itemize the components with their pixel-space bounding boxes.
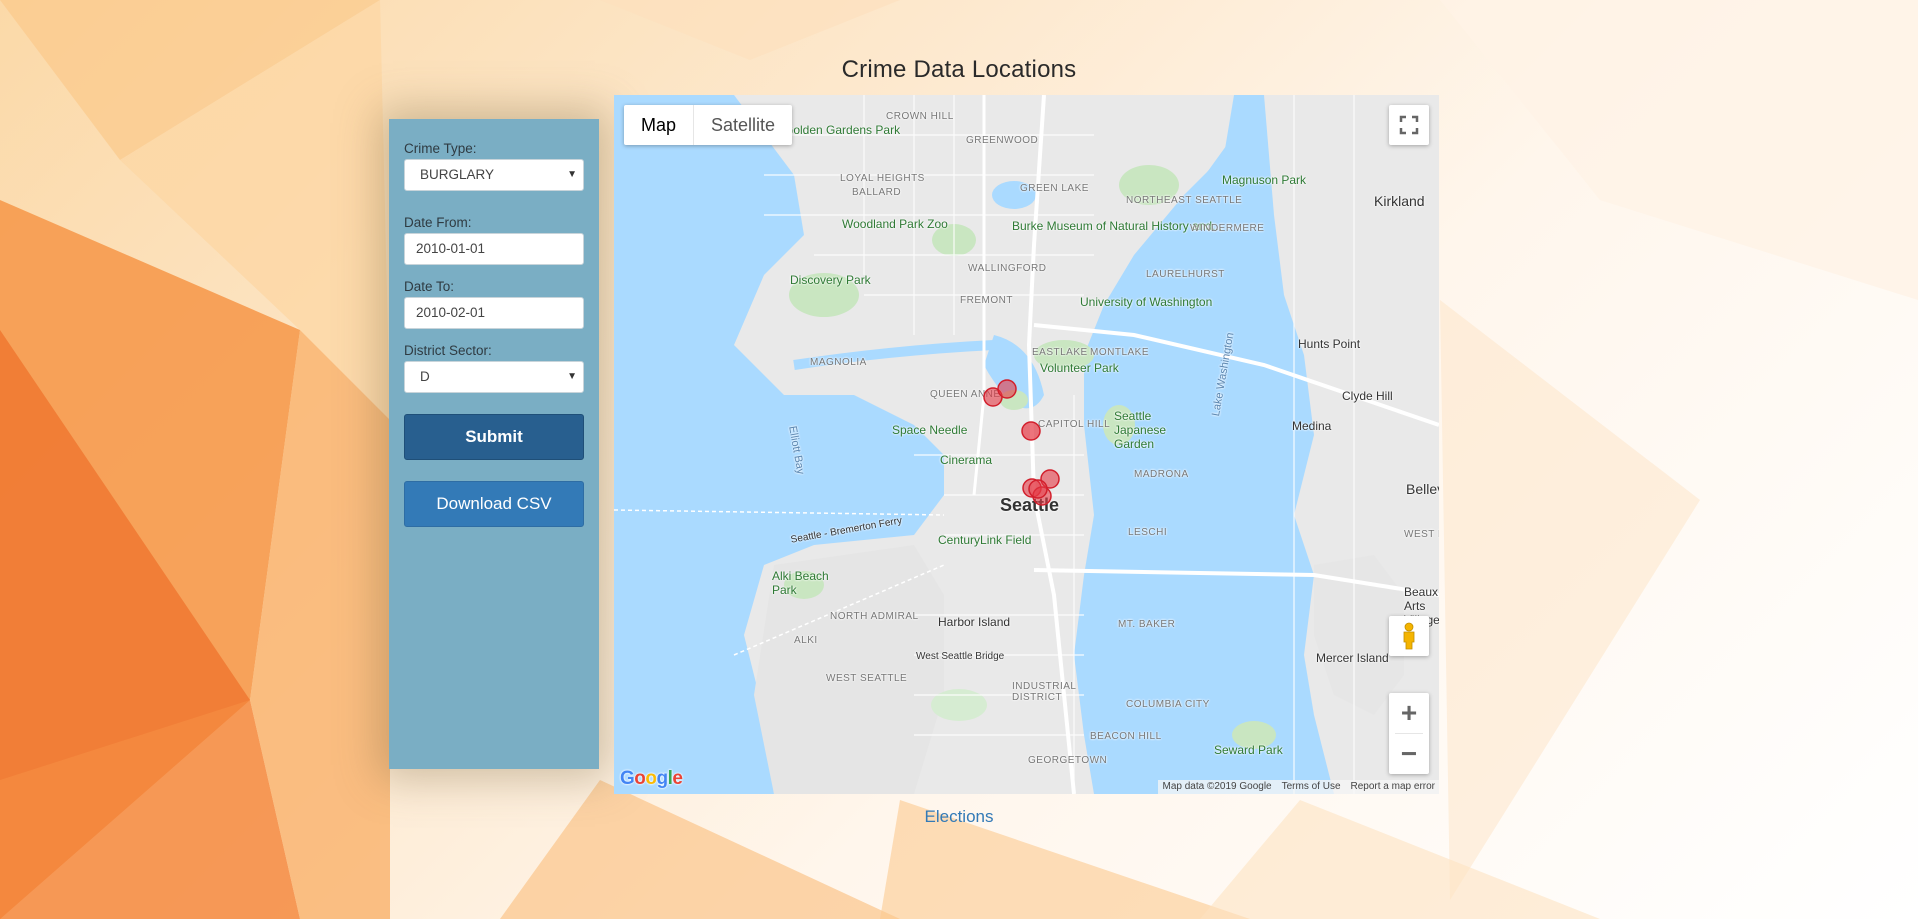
map-label: GREENWOOD [966, 135, 1039, 146]
map-label: Magnuson Park [1222, 173, 1307, 187]
map-label: FREMONT [960, 295, 1013, 306]
fullscreen-button[interactable] [1389, 105, 1429, 145]
map-label: GEORGETOWN [1028, 755, 1108, 766]
map-type-control: Map Satellite [624, 105, 793, 145]
map-label: Alki Beach Park [772, 569, 829, 597]
filter-sidebar: Crime Type: BURGLARY ▼ Date From: 2010-0… [389, 119, 599, 769]
map-label: Mercer Island [1316, 651, 1389, 665]
map-label: LESCHI [1128, 527, 1168, 538]
map-label: WINDERMERE [1190, 223, 1265, 234]
map-label: Medina [1292, 419, 1332, 433]
map-label: Discovery Park [790, 273, 871, 287]
submit-button[interactable]: Submit [404, 414, 584, 460]
zoom-out-button[interactable]: − [1389, 734, 1429, 774]
district-sector-value: D [420, 369, 430, 384]
crime-type-label: Crime Type: [404, 141, 477, 156]
crime-type-value: BURGLARY [420, 167, 495, 182]
fullscreen-icon [1399, 115, 1419, 135]
map-label: Hunts Point [1298, 337, 1361, 351]
district-sector-label: District Sector: [404, 343, 492, 358]
map-label: NORTHEAST SEATTLE [1126, 195, 1243, 206]
map-label: QUEEN ANNE [930, 389, 1001, 400]
terms-of-use-link[interactable]: Terms of Use [1282, 780, 1341, 794]
chevron-down-icon: ▼ [567, 169, 577, 180]
map-label: West Seattle Bridge [916, 651, 1005, 662]
map-label: WEST SEATTLE [826, 673, 908, 684]
map-label: LOYAL HEIGHTS [840, 173, 925, 184]
map-label: ALKI [794, 635, 818, 646]
map-label: Seattle [1000, 495, 1060, 515]
map-label: Seattle Japanese Garden [1114, 409, 1167, 451]
report-error-link[interactable]: Report a map error [1351, 780, 1435, 794]
map-label: Woodland Park Zoo [842, 217, 948, 231]
google-logo[interactable]: Google [620, 768, 683, 790]
map-data-text: Map data ©2019 Google [1162, 781, 1272, 792]
date-from-input[interactable]: 2010-01-01 [404, 233, 584, 265]
map-label: MADRONA [1134, 469, 1189, 480]
date-to-input[interactable]: 2010-02-01 [404, 297, 584, 329]
map-label: Cinerama [940, 453, 993, 467]
map-label: CAPITOL HILL [1038, 419, 1111, 430]
map-label: MONTLAKE [1090, 347, 1150, 358]
map-attribution: Map data ©2019 Google Terms of Use Repor… [1158, 780, 1439, 794]
map-label: Golden Gardens Park [784, 123, 901, 137]
map-type-map-button[interactable]: Map [624, 105, 695, 145]
map-label: CROWN HILL [886, 111, 954, 122]
map-label: Space Needle [892, 423, 968, 437]
map-label: BEACON HILL [1090, 731, 1162, 742]
map-label: MAGNOLIA [810, 357, 867, 368]
map-label: Volunteer Park [1040, 361, 1119, 375]
map-label: Bellevue [1406, 481, 1439, 497]
map-label: GREEN LAKE [1020, 183, 1089, 194]
map-label: WALLINGFORD [968, 263, 1047, 274]
date-to-label: Date To: [404, 279, 455, 294]
map-label: INDUSTRIAL DISTRICT [1012, 681, 1077, 703]
map-type-satellite-button[interactable]: Satellite [694, 105, 792, 145]
download-csv-button[interactable]: Download CSV [404, 481, 584, 527]
map-label: LAURELHURST [1146, 269, 1225, 280]
map-label: University of Washington [1080, 295, 1213, 309]
zoom-in-button[interactable]: + [1389, 693, 1429, 733]
map-label: NORTH ADMIRAL [830, 611, 919, 622]
map-label: EASTLAKE [1032, 347, 1088, 358]
pegman-icon [1403, 622, 1415, 650]
map-label: Seward Park [1214, 743, 1283, 757]
map-label: CenturyLink Field [938, 533, 1032, 547]
zoom-control: + − [1389, 693, 1429, 774]
elections-link[interactable]: Elections [0, 807, 1918, 827]
map-label: WEST BEL [1404, 529, 1439, 540]
map-label: BALLARD [852, 187, 902, 198]
map-label: Clyde Hill [1342, 389, 1393, 403]
map-label: Harbor Island [938, 615, 1011, 629]
page-title: Crime Data Locations [841, 56, 1077, 83]
crime-map[interactable]: Golden Gardens Park CROWN HILL GREENWOOD… [614, 95, 1439, 794]
district-sector-select[interactable]: D ▼ [404, 361, 584, 393]
map-label: COLUMBIA CITY [1126, 699, 1210, 710]
date-from-label: Date From: [404, 215, 472, 230]
map-label: MT. BAKER [1118, 619, 1176, 630]
chevron-down-icon: ▼ [567, 371, 577, 382]
crime-type-select[interactable]: BURGLARY ▼ [404, 159, 584, 191]
street-view-button[interactable] [1389, 616, 1429, 656]
map-label: Kirkland [1374, 193, 1425, 209]
